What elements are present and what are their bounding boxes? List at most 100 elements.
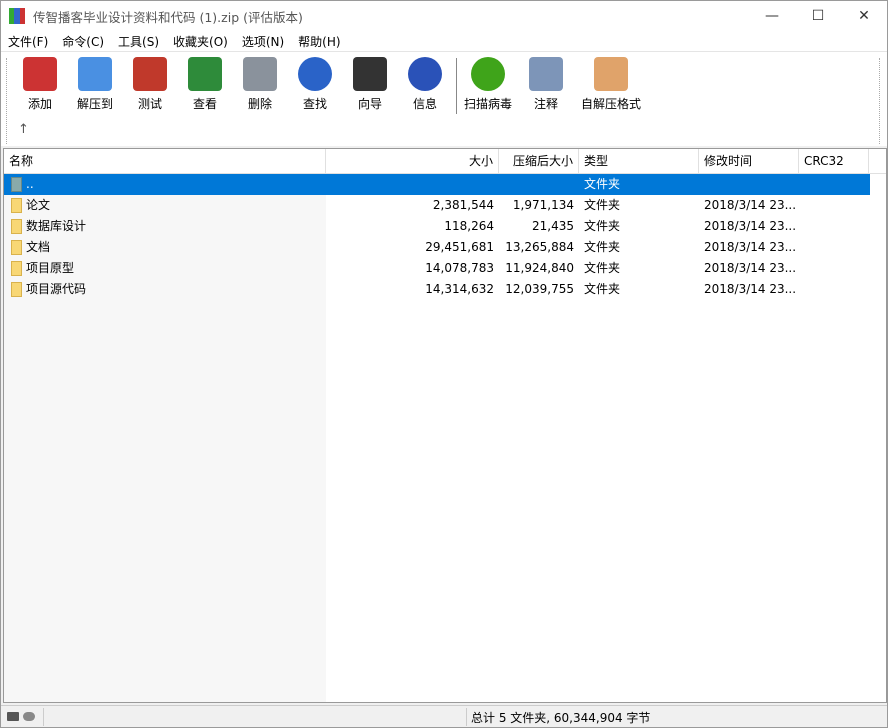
test-clipboard-icon	[133, 57, 167, 91]
toolbar-grip[interactable]	[6, 58, 7, 144]
table-row[interactable]: 文档 29,451,681 13,265,884 文件夹 2018/3/14 23...	[4, 237, 870, 258]
cell-size: 14,078,783	[425, 261, 494, 275]
toolbar-separator	[456, 58, 457, 114]
cell-type: 文件夹	[584, 198, 621, 212]
toolbar-button-7[interactable]: 信息	[398, 57, 452, 112]
toolbar-button-3[interactable]: 查看	[178, 57, 232, 112]
maximize-button[interactable]: ☐	[795, 1, 841, 31]
toolbar-button-2[interactable]: 测试	[123, 57, 177, 112]
column-header-1[interactable]: 大小	[326, 149, 499, 174]
cell-crc	[804, 174, 864, 195]
table-row[interactable]: 项目源代码 14,314,632 12,039,755 文件夹 2018/3/14 23…	[4, 279, 870, 300]
cell-name: 数据库设计	[26, 219, 87, 233]
status-divider	[466, 708, 467, 726]
cell-modified: 2018/3/14 23...	[704, 282, 797, 296]
cell-modified: 2018/3/14 23...	[704, 261, 797, 275]
toolbar-label: 查看	[192, 97, 217, 111]
status-summary: 总计 5 文件夹, 60,344,904 字节	[471, 711, 651, 725]
toolbar-label: 删除	[247, 97, 272, 111]
cell-modified	[704, 174, 794, 195]
column-header-0[interactable]: 名称	[4, 149, 326, 174]
up-folder-button[interactable]: ↑	[18, 122, 29, 137]
minimize-button[interactable]: —	[749, 1, 795, 31]
menu-item-0[interactable]: 文件(F)	[1, 33, 55, 50]
add-archive-icon	[23, 57, 57, 91]
toolbar-button-5[interactable]: 查找	[288, 57, 342, 112]
cell-modified: 2018/3/14 23...	[704, 240, 797, 254]
toolbar-label: 测试	[137, 97, 162, 111]
toolbar-grip-right[interactable]	[879, 58, 880, 144]
folder-icon	[11, 177, 22, 192]
folder-icon	[11, 261, 22, 276]
toolbar-button-4[interactable]: 删除	[233, 57, 287, 112]
cell-packed: 1,971,134	[512, 198, 574, 212]
cell-name: 论文	[26, 198, 51, 212]
table-row[interactable]: .. 文件夹	[4, 174, 870, 195]
menu-item-5[interactable]: 帮助(H)	[291, 33, 347, 50]
cell-name: 项目源代码	[26, 282, 87, 296]
list-header: 名称 大小 压缩后大小 类型 修改时间 CRC32	[4, 149, 886, 174]
table-row[interactable]: 数据库设计 118,264 21,435 文件夹 2018/3/14 23...	[4, 216, 870, 237]
cell-name: 文档	[26, 240, 51, 254]
file-list[interactable]: 名称 大小 压缩后大小 类型 修改时间 CRC32 .. 文件夹 论文 2,381,544 1,9…	[3, 148, 887, 703]
cell-crc	[804, 195, 864, 216]
cell-crc	[804, 216, 864, 237]
toolbar-label: 自解压格式	[580, 97, 641, 111]
toolbar-label: 注释	[533, 97, 558, 111]
cell-type: 文件夹	[584, 240, 621, 254]
cell-type: 文件夹	[584, 282, 621, 296]
cell-crc	[804, 258, 864, 279]
toolbar-button-0[interactable]: 添加	[13, 57, 67, 112]
virus-scan-icon	[471, 57, 505, 91]
menu-item-1[interactable]: 命令(C)	[55, 33, 111, 50]
toolbar-button-10[interactable]: 自解压格式	[579, 57, 643, 112]
column-header-4[interactable]: 修改时间	[699, 149, 799, 174]
status-bar: 总计 5 文件夹, 60,344,904 字节	[1, 705, 887, 727]
table-row[interactable]: 论文 2,381,544 1,971,134 文件夹 2018/3/14 23...	[4, 195, 870, 216]
close-button[interactable]: ✕	[841, 1, 887, 31]
folder-icon	[11, 282, 22, 297]
magnifier-icon	[298, 57, 332, 91]
window-title: 传智播客毕业设计资料和代码 (1).zip (评估版本)	[33, 9, 303, 25]
toolbar-label: 信息	[412, 97, 437, 111]
cell-packed: 11,924,840	[505, 261, 574, 275]
cell-packed: 13,265,884	[505, 240, 574, 254]
table-row[interactable]: 项目原型 14,078,783 11,924,840 文件夹 2018/3/14 23.…	[4, 258, 870, 279]
cell-crc	[804, 279, 864, 300]
toolbar-button-1[interactable]: 解压到	[68, 57, 122, 112]
toolbar-label: 查找	[302, 97, 327, 111]
toolbar-label: 扫描病毒	[463, 97, 512, 111]
folder-icon	[11, 219, 22, 234]
drive-icon[interactable]	[7, 712, 19, 721]
winrar-window: 传智播客毕业设计资料和代码 (1).zip (评估版本) — ☐ ✕ 文件(F)…	[0, 0, 888, 728]
sfx-box-icon	[594, 57, 628, 91]
title-bar: 传智播客毕业设计资料和代码 (1).zip (评估版本) — ☐ ✕	[1, 1, 887, 31]
view-book-icon	[188, 57, 222, 91]
toolbar-button-6[interactable]: 向导	[343, 57, 397, 112]
column-header-2[interactable]: 压缩后大小	[499, 149, 579, 174]
cell-type: 文件夹	[584, 219, 621, 233]
cell-size: 29,451,681	[425, 240, 494, 254]
winrar-logo-icon	[9, 8, 25, 24]
extract-folder-icon	[78, 57, 112, 91]
cell-name: 项目原型	[26, 261, 75, 275]
toolbar-label: 解压到	[76, 97, 113, 111]
column-header-3[interactable]: 类型	[579, 149, 699, 174]
toolbar-button-8[interactable]: 扫描病毒	[461, 57, 515, 112]
column-header-5[interactable]: CRC32	[799, 149, 869, 174]
menu-item-3[interactable]: 收藏夹(O)	[166, 33, 235, 50]
cell-name: ..	[26, 177, 34, 191]
toolbar-button-9[interactable]: 注释	[519, 57, 573, 112]
trash-icon	[243, 57, 277, 91]
cell-packed: 12,039,755	[505, 282, 574, 296]
cell-type: 文件夹	[584, 261, 621, 275]
info-icon	[408, 57, 442, 91]
cell-packed	[504, 174, 574, 195]
key-icon[interactable]	[23, 712, 35, 721]
cell-modified: 2018/3/14 23...	[704, 219, 797, 233]
comment-icon	[529, 57, 563, 91]
menu-item-2[interactable]: 工具(S)	[111, 33, 166, 50]
menu-bar: 文件(F) 命令(C) 工具(S) 收藏夹(O) 选项(N) 帮助(H)	[1, 31, 887, 51]
menu-item-4[interactable]: 选项(N)	[235, 33, 291, 50]
toolbar-label: 向导	[357, 97, 382, 111]
